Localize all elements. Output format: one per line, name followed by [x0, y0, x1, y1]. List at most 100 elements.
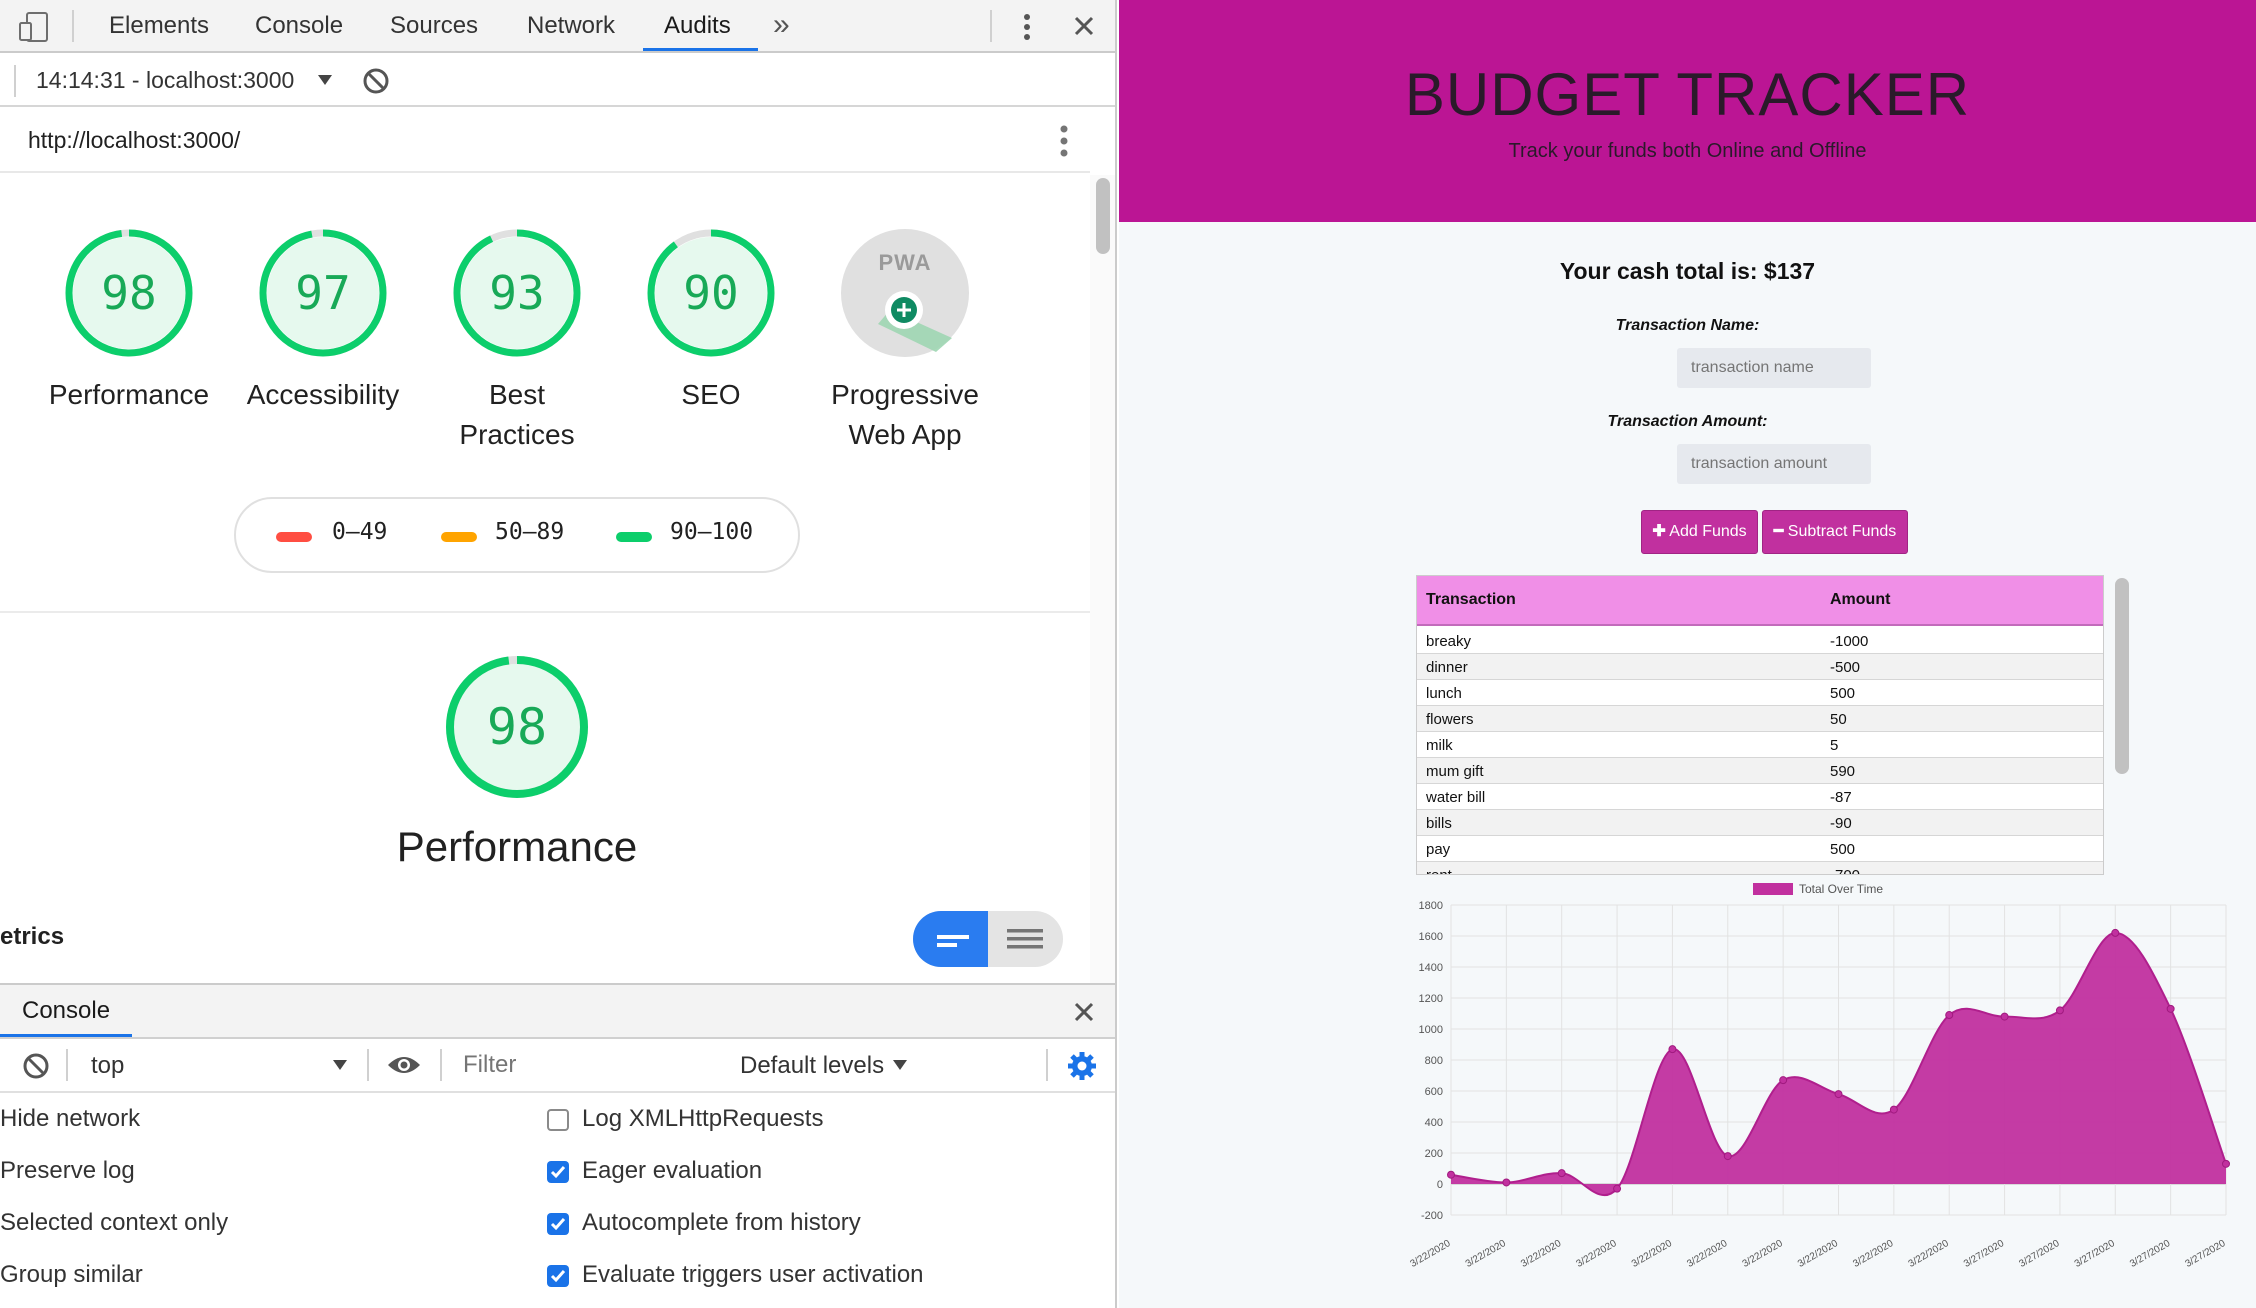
legend-swatch [1753, 883, 1793, 895]
transaction-name-cell: breaky [1426, 633, 1472, 650]
group-similar-option[interactable]: Group similar [0, 1261, 143, 1289]
table-row: flowers 50 [1417, 706, 2103, 732]
report-scrollbar[interactable] [1090, 175, 1115, 983]
lighthouse-report: 98 Performance 97 Accessibility 93 Best … [0, 175, 1090, 983]
more-tabs-icon[interactable]: » [773, 8, 790, 42]
legend-fail-range: 0–49 [332, 519, 388, 545]
transaction-name-cell: dinner [1426, 659, 1468, 676]
console-drawer-header: Console [0, 985, 1115, 1039]
table-row: pay 500 [1417, 836, 2103, 862]
console-filter-input[interactable] [455, 1047, 723, 1083]
clear-audits-icon[interactable] [362, 67, 390, 95]
pwa-label: Progressive Web App [800, 375, 1010, 455]
budget-tracker-page: BUDGET TRACKER Track your funds both Onl… [1119, 0, 2256, 1308]
y-tick-label: 800 [1425, 1055, 1443, 1067]
log-xhr-label[interactable]: Log XMLHttpRequests [582, 1105, 823, 1133]
dropdown-arrow-icon[interactable] [318, 75, 332, 85]
close-drawer-icon[interactable] [1073, 1001, 1095, 1023]
list-view-icon[interactable] [1007, 927, 1043, 951]
x-tick-label: 3/27/2020 [1962, 1238, 2006, 1270]
table-header: Transaction Amount [1417, 576, 2103, 626]
x-tick-label: 3/22/2020 [1907, 1238, 1951, 1270]
checkmark-icon [550, 1218, 566, 1231]
data-point [2000, 1012, 2009, 1021]
minus-icon: ━ [1773, 523, 1784, 540]
performance-section-title: Performance [396, 823, 638, 870]
plus-icon: ✚ [1652, 523, 1666, 540]
tab-elements[interactable]: Elements [109, 12, 209, 40]
x-tick-label: 3/22/2020 [1575, 1238, 1619, 1270]
console-toolbar: top Default levels [0, 1039, 1115, 1093]
best-practices-label-line: Best [488, 379, 546, 410]
tab-network[interactable]: Network [527, 12, 615, 40]
device-toolbar-icon[interactable] [18, 12, 50, 42]
performance-section-gauge: 98 [444, 654, 590, 800]
best-practices-gauge[interactable]: 93 [452, 228, 582, 358]
context-dropdown-icon[interactable] [333, 1060, 347, 1070]
tab-console[interactable]: Console [255, 12, 343, 40]
selected-context-option[interactable]: Selected context only [0, 1209, 228, 1237]
data-point [1834, 1090, 1843, 1099]
console-settings-gear-icon[interactable] [1067, 1051, 1097, 1081]
header-banner: BUDGET TRACKER Track your funds both Onl… [1119, 0, 2256, 222]
add-funds-button[interactable]: ✚ Add Funds [1641, 510, 1758, 554]
tab-sources[interactable]: Sources [390, 12, 478, 40]
data-point [1447, 1170, 1455, 1179]
transaction-amount-input[interactable] [1677, 444, 1871, 484]
seo-gauge[interactable]: 90 [646, 228, 776, 358]
live-expression-eye-icon[interactable] [387, 1053, 421, 1077]
y-tick-label: 1600 [1419, 931, 1443, 943]
table-row: dinner -500 [1417, 654, 2103, 680]
transaction-name-input[interactable] [1677, 348, 1871, 388]
transaction-name-cell: lunch [1426, 685, 1462, 702]
legend-label: Total Over Time [1799, 882, 1883, 896]
close-icon[interactable] [1073, 15, 1095, 37]
app-subtitle: Track your funds both Online and Offline [1508, 140, 1867, 162]
add-funds-label: Add Funds [1669, 523, 1747, 540]
toolbar-separator [14, 65, 16, 97]
log-xhr-checkbox[interactable] [547, 1109, 569, 1131]
toolbar-separator [990, 10, 992, 42]
metrics-view-toggle[interactable] [913, 911, 1063, 967]
autocomplete-history-label[interactable]: Autocomplete from history [582, 1209, 861, 1237]
section-divider [0, 611, 1090, 613]
autocomplete-history-checkbox[interactable] [547, 1213, 569, 1235]
data-point [2055, 1006, 2064, 1015]
legend-fail-swatch [276, 532, 312, 542]
kebab-menu-icon[interactable] [1020, 12, 1034, 42]
table-row: bills -90 [1417, 810, 2103, 836]
accessibility-gauge[interactable]: 97 [258, 228, 388, 358]
eager-evaluation-label[interactable]: Eager evaluation [582, 1157, 762, 1185]
hide-network-option[interactable]: Hide network [0, 1105, 140, 1133]
tab-audits[interactable]: Audits [664, 12, 731, 40]
evaluate-triggers-label[interactable]: Evaluate triggers user activation [582, 1261, 924, 1289]
report-menu-icon[interactable] [1058, 123, 1070, 159]
audit-session-select[interactable]: 14:14:31 - localhost:3000 [36, 67, 294, 94]
subtract-funds-button[interactable]: ━ Subtract Funds [1762, 510, 1908, 554]
console-drawer-tab[interactable]: Console [22, 997, 110, 1025]
levels-dropdown-icon[interactable] [893, 1060, 907, 1070]
log-levels-select[interactable]: Default levels [740, 1052, 884, 1080]
table-row: breaky -1000 [1417, 628, 2103, 654]
table-scrollbar-thumb[interactable] [2115, 578, 2129, 774]
clear-console-icon[interactable] [22, 1052, 50, 1080]
y-tick-label: 1000 [1419, 1024, 1443, 1036]
context-selector[interactable]: top [91, 1052, 124, 1080]
eager-evaluation-checkbox[interactable] [547, 1161, 569, 1183]
evaluate-triggers-checkbox[interactable] [547, 1265, 569, 1287]
preserve-log-option[interactable]: Preserve log [0, 1157, 135, 1185]
legend-average-range: 50–89 [495, 519, 565, 545]
performance-gauge[interactable]: 98 [64, 228, 194, 358]
transactions-table: Transaction Amount breaky -1000 dinner -500… [1416, 575, 2104, 875]
transaction-name-cell: rent [1426, 867, 1452, 874]
toggle-bars-option[interactable] [913, 911, 988, 967]
toolbar-separator [66, 1049, 68, 1081]
report-scrollbar-thumb[interactable] [1096, 178, 1110, 254]
data-point [1779, 1076, 1788, 1085]
console-drawer: Console top Default levels Hide network … [0, 983, 1115, 1308]
performance-score: 98 [101, 266, 157, 320]
table-row: lunch 500 [1417, 680, 2103, 706]
data-point [1502, 1178, 1511, 1187]
transaction-name-cell: bills [1426, 815, 1452, 832]
pwa-badge[interactable]: PWA [840, 228, 970, 358]
